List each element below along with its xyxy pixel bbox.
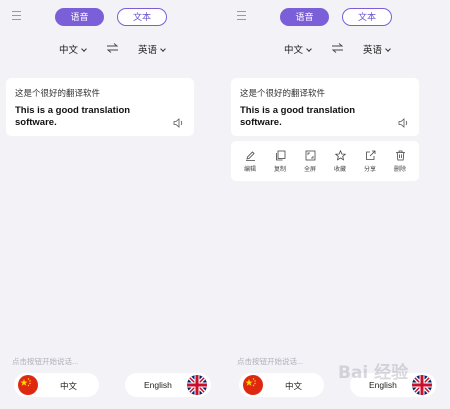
fullscreen-icon (305, 150, 315, 160)
menu-icon[interactable] (237, 11, 246, 20)
uk-flag-icon (412, 375, 432, 395)
english-button-label: English (144, 380, 172, 390)
share-label: 分享 (363, 166, 376, 173)
tab-voice[interactable]: 语音 (280, 8, 329, 26)
delete-icon (395, 150, 405, 160)
edit-icon (245, 150, 255, 161)
edit-button[interactable]: 编辑 (236, 150, 264, 173)
tab-voice[interactable]: 语音 (55, 8, 104, 26)
language-bar: 中文 英语 (225, 42, 450, 56)
copy-button[interactable]: 复制 (266, 150, 294, 173)
translated-text: This is a good translation software. (240, 105, 356, 128)
translator-panel-right: 语音 文本 中文 英语 这是个很好的翻译软件 This is a good tr… (225, 0, 450, 409)
translator-panel-left: 语音 文本 中文 英语 这是个很好的翻译软件 This is a good tr… (0, 0, 225, 409)
source-language-label: 中文 (284, 45, 304, 56)
fullscreen-label: 全屏 (303, 166, 316, 173)
source-text: 这是个很好的翻译软件 (15, 88, 101, 98)
target-language-label: 英语 (363, 45, 383, 56)
tab-text[interactable]: 文本 (117, 8, 167, 26)
edit-label: 编辑 (243, 166, 256, 173)
chinese-button-label: 中文 (285, 381, 303, 391)
speak-chinese-button[interactable]: 中文 (239, 373, 324, 397)
delete-button[interactable]: 删除 (386, 150, 414, 173)
uk-flag-icon (187, 375, 207, 395)
china-flag-icon (243, 375, 263, 395)
speak-chinese-button[interactable]: 中文 (14, 373, 99, 397)
translation-card[interactable]: 这是个很好的翻译软件 This is a good translation so… (231, 78, 419, 136)
source-text: 这是个很好的翻译软件 (240, 88, 326, 98)
card-action-bar: 编辑 复制 全屏 收藏 分享 删除 (231, 141, 419, 181)
speak-hint: 点击按钮开始说话... (12, 357, 79, 366)
favorite-button[interactable]: 收藏 (326, 149, 354, 173)
chevron-down-icon (385, 46, 391, 52)
target-language-label: 英语 (138, 45, 158, 56)
swap-icon[interactable] (332, 43, 343, 53)
share-button[interactable]: 分享 (356, 150, 384, 173)
delete-label: 删除 (393, 166, 406, 173)
speak-english-button[interactable]: English (125, 373, 211, 397)
target-language-select[interactable]: 英语 (138, 42, 166, 56)
tab-text[interactable]: 文本 (342, 8, 392, 26)
chevron-down-icon (306, 46, 312, 52)
speaker-icon[interactable] (398, 118, 409, 128)
source-language-select[interactable]: 中文 (284, 42, 312, 56)
target-language-select[interactable]: 英语 (363, 42, 391, 56)
speaker-icon[interactable] (173, 118, 184, 128)
favorite-label: 收藏 (333, 166, 346, 173)
translation-card[interactable]: 这是个很好的翻译软件 This is a good translation so… (6, 78, 194, 136)
chevron-down-icon (160, 46, 166, 52)
chevron-down-icon (81, 46, 87, 52)
translated-text: This is a good translation software. (15, 105, 131, 128)
fullscreen-button[interactable]: 全屏 (296, 150, 324, 173)
swap-icon[interactable] (107, 43, 118, 53)
watermark: Bai 经验 (338, 363, 409, 383)
star-icon (334, 149, 346, 161)
source-language-select[interactable]: 中文 (59, 42, 87, 56)
speak-hint: 点击按钮开始说话... (237, 357, 304, 366)
language-bar: 中文 英语 (0, 42, 225, 56)
chinese-button-label: 中文 (60, 381, 78, 391)
source-language-label: 中文 (59, 45, 79, 56)
share-icon (365, 150, 375, 160)
china-flag-icon (18, 375, 38, 395)
copy-label: 复制 (273, 166, 286, 173)
menu-icon[interactable] (12, 11, 21, 20)
copy-icon (275, 150, 285, 160)
